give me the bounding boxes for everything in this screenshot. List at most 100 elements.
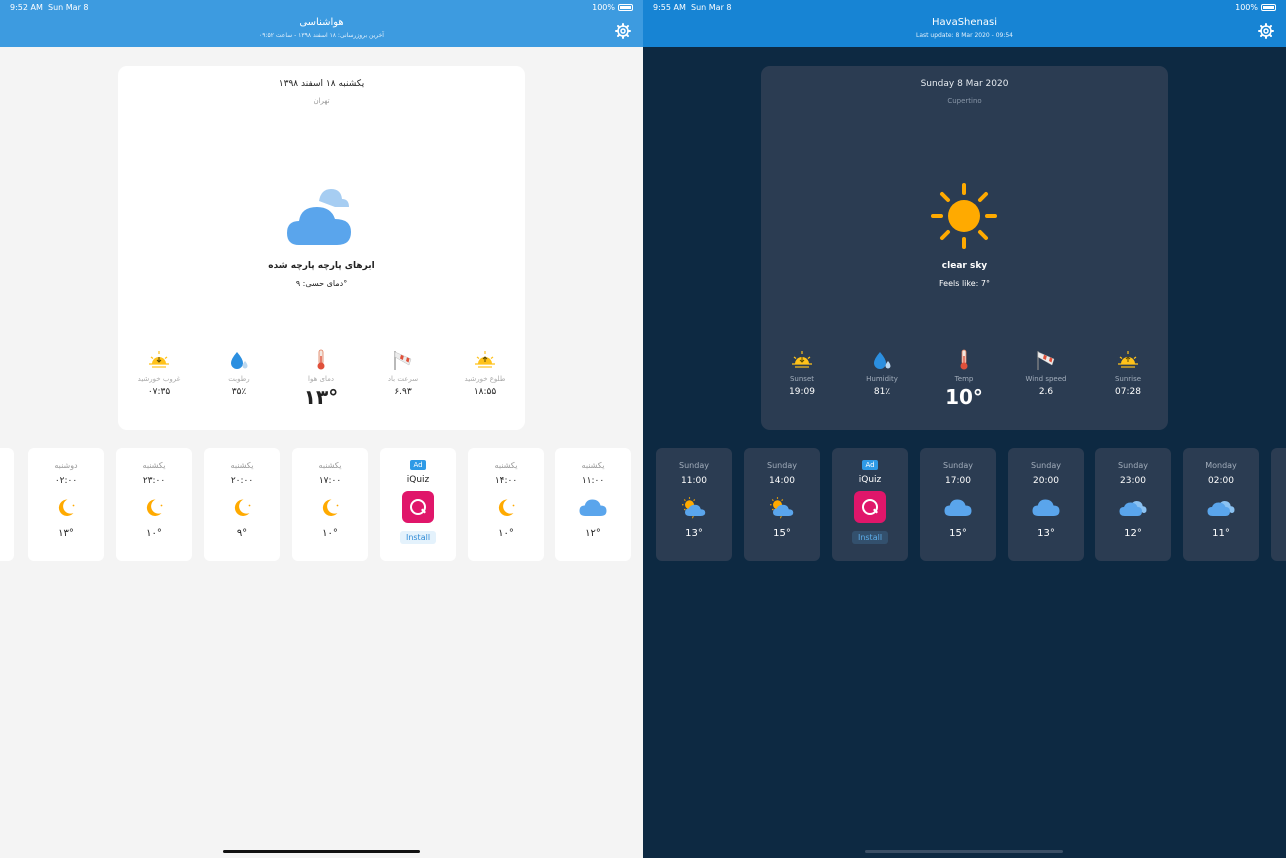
hourly-day: یکشنبه — [318, 461, 342, 470]
humidity-icon — [228, 349, 250, 371]
hourly-time: 14:00 — [769, 476, 795, 486]
humidity-icon — [871, 349, 893, 371]
stat-value: 07:28 — [1115, 387, 1141, 397]
status-date: Sun Mar 8 — [691, 3, 732, 12]
hourly-time: ۲۳:۰۰ — [142, 476, 166, 486]
weather-description: clear sky — [941, 261, 988, 271]
hourly-card[interactable] — [0, 448, 14, 561]
clouds-icon — [1118, 495, 1148, 519]
clouds-icon — [1206, 495, 1236, 519]
sun-cloud-icon — [767, 495, 797, 519]
hourly-card[interactable]: Sunday 14:00 15° — [744, 448, 820, 561]
hourly-card[interactable] — [1271, 448, 1286, 561]
hourly-day: یکشنبه — [581, 461, 605, 470]
app-title: هواشناسی — [299, 17, 344, 28]
app-title: HavaShenasi — [932, 17, 997, 28]
moon-icon — [227, 495, 257, 519]
stat-value: 81٪ — [873, 387, 891, 397]
current-city: Cupertino — [947, 97, 982, 105]
hourly-card[interactable]: Sunday 23:00 12° — [1095, 448, 1171, 561]
iquiz-logo-icon[interactable] — [854, 491, 886, 523]
hourly-temp: 15° — [773, 528, 791, 539]
home-indicator[interactable] — [223, 850, 420, 853]
stat-value: 10° — [945, 385, 983, 409]
hourly-time: ۰۲:۰۰ — [54, 476, 78, 486]
iquiz-logo-icon[interactable] — [402, 491, 434, 523]
ad-card[interactable]: Ad iQuiz Install — [380, 448, 456, 561]
hourly-time: ۲۰:۰۰ — [230, 476, 254, 486]
stat-label: Humidity — [866, 375, 898, 383]
hourly-card[interactable]: دوشنبه ۰۲:۰۰ ۱۳° — [28, 448, 104, 561]
hourly-time: 02:00 — [1208, 476, 1234, 486]
hourly-card[interactable]: Sunday 17:00 15° — [920, 448, 996, 561]
hourly-card[interactable]: Sunday 20:00 13° — [1008, 448, 1084, 561]
hourly-temp: 13° — [685, 528, 703, 539]
app-header: 9:55 AM Sun Mar 8 100% HavaShenasi Last … — [643, 0, 1286, 47]
hourly-card[interactable]: یکشنبه ۱۴:۰۰ ۱۰° — [468, 448, 544, 561]
stat-humidity: رطوبت ۳۵٪ — [198, 349, 280, 397]
battery-icon — [1261, 4, 1276, 11]
ad-badge: Ad — [410, 460, 426, 470]
hourly-card[interactable]: یکشنبه ۲۰:۰۰ ۹° — [204, 448, 280, 561]
hourly-card[interactable]: یکشنبه ۱۷:۰۰ ۱۰° — [292, 448, 368, 561]
hourly-temp: ۱۳° — [58, 528, 74, 539]
hourly-card[interactable]: Monday 02:00 11° — [1183, 448, 1259, 561]
stat-value: ۰۷:۳۵ — [147, 387, 171, 397]
install-button[interactable]: Install — [399, 531, 437, 544]
partly-cloudy-icon — [281, 181, 361, 251]
hourly-temp: 15° — [949, 528, 967, 539]
current-city: تهران — [313, 97, 330, 105]
hourly-time: 20:00 — [1033, 476, 1059, 486]
hourly-day: یکشنبه — [142, 461, 166, 470]
hourly-temp: ۹° — [236, 528, 248, 539]
cloud-icon — [578, 495, 608, 519]
stat-wind-speed: سرعت باد ۶.۹۳ — [362, 349, 444, 397]
current-weather-card: Sunday 8 Mar 2020 Cupertino clear sky Fe… — [761, 66, 1168, 430]
status-bar: 9:52 AM Sun Mar 8 100% — [0, 0, 643, 16]
sunset-icon — [791, 349, 813, 371]
stat-label: سرعت باد — [387, 375, 419, 383]
battery-percent: 100% — [1235, 3, 1258, 12]
status-time: 9:52 AM — [10, 3, 43, 12]
stat-value: 2.6 — [1038, 387, 1054, 397]
stat-value: ۱۳° — [303, 385, 339, 409]
status-bar: 9:55 AM Sun Mar 8 100% — [643, 0, 1286, 16]
stat-label: غروب خورشید — [137, 375, 181, 383]
stat-sunrise: Sunrise 07:28 — [1087, 349, 1169, 397]
stat-humidity: Humidity 81٪ — [841, 349, 923, 397]
stat-wind-speed: Wind speed 2.6 — [1005, 349, 1087, 397]
settings-gear-icon[interactable] — [615, 23, 631, 39]
battery-icon — [618, 4, 633, 11]
status-time: 9:55 AM — [653, 3, 686, 12]
hourly-card[interactable]: یکشنبه ۱۱:۰۰ ۱۲° — [555, 448, 631, 561]
hourly-time: 23:00 — [1120, 476, 1146, 486]
stat-value: ۱۸:۵۵ — [473, 387, 497, 397]
hourly-day: Sunday — [1118, 461, 1148, 470]
hourly-temp: ۱۰° — [498, 528, 514, 539]
hourly-temp: ۱۰° — [146, 528, 162, 539]
stat-temperature: دمای هوا ۱۳° — [280, 349, 362, 409]
stat-label: طلوع خورشید — [464, 375, 506, 383]
hourly-card[interactable]: Sunday 11:00 13° — [656, 448, 732, 561]
hourly-day: یکشنبه — [230, 461, 254, 470]
stat-sunset: غروب خورشید ۰۷:۳۵ — [118, 349, 200, 397]
ad-badge: Ad — [862, 460, 878, 470]
current-weather-card: یکشنبه ۱۸ اسفند ۱۳۹۸ تهران ابرهای پارچه … — [118, 66, 525, 430]
install-button[interactable]: Install — [851, 531, 889, 544]
hourly-time: 11:00 — [681, 476, 707, 486]
ad-card[interactable]: Ad iQuiz Install — [832, 448, 908, 561]
hourly-time: ۱۷:۰۰ — [318, 476, 342, 486]
hourly-temp: 13° — [1037, 528, 1055, 539]
battery-percent: 100% — [592, 3, 615, 12]
status-date: Sun Mar 8 — [48, 3, 89, 12]
home-indicator[interactable] — [865, 850, 1063, 853]
hourly-card[interactable]: یکشنبه ۲۳:۰۰ ۱۰° — [116, 448, 192, 561]
last-update-text: Last update: 8 Mar 2020 - 09:54 — [916, 32, 1013, 39]
current-date: یکشنبه ۱۸ اسفند ۱۳۹۸ — [278, 79, 365, 89]
moon-icon — [491, 495, 521, 519]
settings-gear-icon[interactable] — [1258, 23, 1274, 39]
hourly-day: Sunday — [679, 461, 709, 470]
stat-value: ۶.۹۳ — [394, 387, 412, 397]
weather-description: ابرهای پارچه پارچه شده — [268, 261, 375, 271]
sun-icon — [924, 181, 1004, 251]
